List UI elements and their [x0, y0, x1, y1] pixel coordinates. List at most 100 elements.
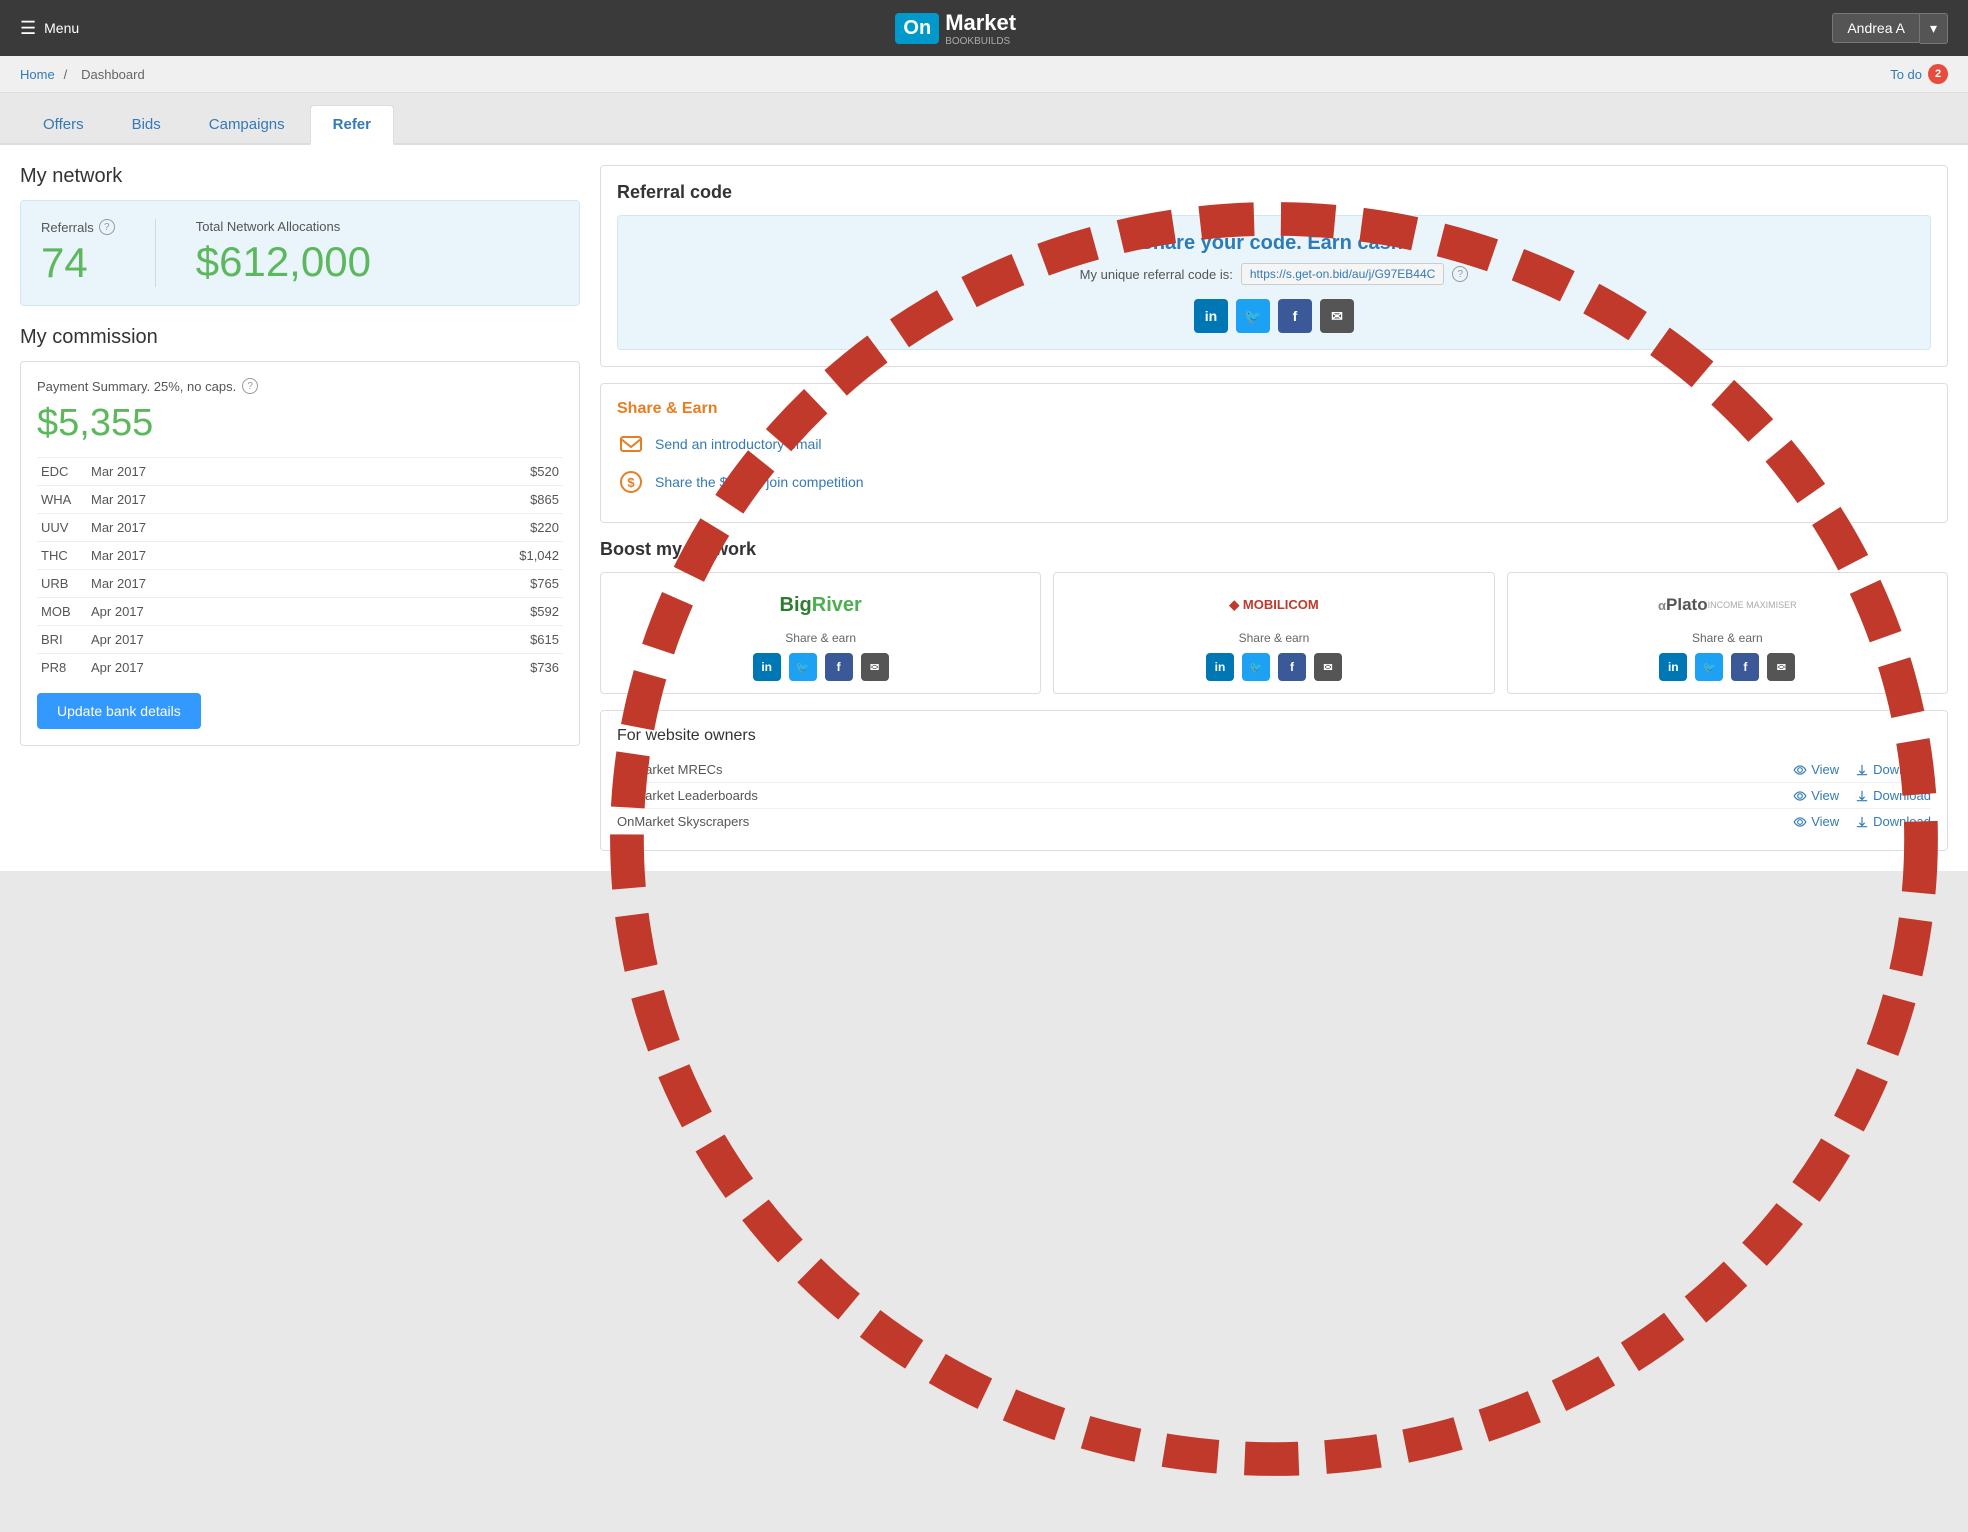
- tab-bids[interactable]: Bids: [109, 105, 184, 143]
- allocations-stat: Total Network Allocations $612,000: [196, 219, 371, 287]
- mobilicom-linkedin[interactable]: in: [1206, 653, 1234, 681]
- referral-code-section: Referral code Share your code. Earn cash…: [600, 165, 1948, 367]
- bigriver-facebook[interactable]: f: [825, 653, 853, 681]
- email-envelope-icon: [617, 430, 645, 458]
- row-period: Mar 2017: [87, 514, 358, 542]
- view-link[interactable]: View: [1793, 762, 1839, 777]
- breadcrumb: Home / Dashboard: [20, 66, 150, 82]
- commission-table: EDCMar 2017$520WHAMar 2017$865UUVMar 201…: [37, 457, 563, 677]
- table-row: WHAMar 2017$865: [37, 486, 563, 514]
- row-amount: $865: [358, 486, 563, 514]
- download-link[interactable]: Download: [1855, 762, 1931, 777]
- menu-label: Menu: [44, 20, 79, 36]
- row-amount: $592: [358, 598, 563, 626]
- boost-card-plato: α Plato INCOME MAXIMISER Share & earn in…: [1507, 572, 1948, 694]
- row-period: Mar 2017: [87, 542, 358, 570]
- referral-code-help-icon[interactable]: ?: [1452, 266, 1468, 282]
- logo-market: Market: [945, 10, 1016, 36]
- left-column: My network Referrals ? 74 Total Network …: [20, 165, 580, 851]
- view-link[interactable]: View: [1793, 788, 1839, 803]
- row-code: URB: [37, 570, 87, 598]
- plato-email[interactable]: ✉: [1767, 653, 1795, 681]
- competition-link[interactable]: Share the $2,000 join competition: [655, 474, 864, 490]
- referral-code-chip[interactable]: https://s.get-on.bid/au/j/G97EB44C: [1241, 263, 1444, 285]
- website-row: OnMarket Skyscrapers View Download: [617, 808, 1931, 834]
- download-link[interactable]: Download: [1855, 814, 1931, 829]
- row-amount: $736: [358, 654, 563, 678]
- tab-campaigns[interactable]: Campaigns: [186, 105, 308, 143]
- website-row: OnMarket MRECs View Download: [617, 757, 1931, 782]
- row-period: Apr 2017: [87, 654, 358, 678]
- email-share-icon[interactable]: ✉: [1320, 299, 1354, 333]
- row-amount: $220: [358, 514, 563, 542]
- mobilicom-logo: ◆ MOBILICOM: [1066, 585, 1481, 625]
- mobilicom-facebook[interactable]: f: [1278, 653, 1306, 681]
- view-link[interactable]: View: [1793, 814, 1839, 829]
- commission-box: Payment Summary. 25%, no caps. ? $5,355 …: [20, 361, 580, 746]
- website-row-name: OnMarket MRECs: [617, 762, 722, 777]
- plato-facebook[interactable]: f: [1731, 653, 1759, 681]
- bigriver-email[interactable]: ✉: [861, 653, 889, 681]
- referrals-label: Referrals ?: [41, 219, 115, 235]
- row-code: EDC: [37, 458, 87, 486]
- website-row-name: OnMarket Leaderboards: [617, 788, 758, 803]
- todo-badge[interactable]: To do 2: [1890, 64, 1948, 84]
- network-stats: Referrals ? 74 Total Network Allocations…: [20, 200, 580, 306]
- breadcrumb-home[interactable]: Home: [20, 67, 55, 82]
- breadcrumb-bar: Home / Dashboard To do 2: [0, 56, 1968, 93]
- hamburger-icon: ☰: [20, 18, 36, 39]
- linkedin-icon[interactable]: in: [1194, 299, 1228, 333]
- plato-twitter[interactable]: 🐦: [1695, 653, 1723, 681]
- row-code: MOB: [37, 598, 87, 626]
- row-period: Mar 2017: [87, 486, 358, 514]
- tab-refer[interactable]: Refer: [310, 105, 394, 145]
- my-network-title: My network: [20, 165, 580, 188]
- commission-help-icon[interactable]: ?: [242, 378, 258, 394]
- share-earn-email[interactable]: Send an introductory email: [617, 430, 1931, 458]
- boost-card-mobilicom: ◆ MOBILICOM Share & earn in 🐦 f ✉: [1053, 572, 1494, 694]
- table-row: UUVMar 2017$220: [37, 514, 563, 542]
- main-content: Offers Bids Campaigns Refer My network R…: [0, 93, 1968, 871]
- twitter-icon[interactable]: 🐦: [1236, 299, 1270, 333]
- mobilicom-email[interactable]: ✉: [1314, 653, 1342, 681]
- row-period: Mar 2017: [87, 570, 358, 598]
- row-period: Apr 2017: [87, 598, 358, 626]
- website-owners-section: For website owners OnMarket MRECs View D…: [600, 710, 1948, 851]
- facebook-icon[interactable]: f: [1278, 299, 1312, 333]
- row-period: Mar 2017: [87, 458, 358, 486]
- commission-table-container[interactable]: EDCMar 2017$520WHAMar 2017$865UUVMar 201…: [37, 457, 563, 677]
- website-row-name: OnMarket Skyscrapers: [617, 814, 749, 829]
- update-bank-button[interactable]: Update bank details: [37, 693, 201, 729]
- share-earn-competition[interactable]: $ Share the $2,000 join competition: [617, 468, 1931, 496]
- header: ☰ Menu On Market BOOKBUILDS Andrea A ▾: [0, 0, 1968, 56]
- right-column: Referral code Share your code. Earn cash…: [600, 165, 1948, 851]
- content-area: My network Referrals ? 74 Total Network …: [0, 145, 1968, 871]
- plato-social: in 🐦 f ✉: [1520, 653, 1935, 681]
- menu-button[interactable]: ☰ Menu: [20, 18, 79, 39]
- user-name-button[interactable]: Andrea A: [1832, 13, 1920, 43]
- bigriver-logo: BigRiver: [613, 585, 1028, 625]
- commission-header: Payment Summary. 25%, no caps. ?: [37, 378, 563, 394]
- download-link[interactable]: Download: [1855, 788, 1931, 803]
- plato-label: Share & earn: [1520, 631, 1935, 645]
- row-code: PR8: [37, 654, 87, 678]
- mobilicom-twitter[interactable]: 🐦: [1242, 653, 1270, 681]
- referral-code-wrapper: Referral code Share your code. Earn cash…: [600, 165, 1948, 367]
- logo-right: Market BOOKBUILDS: [945, 10, 1016, 47]
- logo-on: On: [895, 13, 939, 44]
- bigriver-social: in 🐦 f ✉: [613, 653, 1028, 681]
- row-amount: $1,042: [358, 542, 563, 570]
- plato-linkedin[interactable]: in: [1659, 653, 1687, 681]
- bigriver-linkedin[interactable]: in: [753, 653, 781, 681]
- tab-offers[interactable]: Offers: [20, 105, 107, 143]
- row-amount: $520: [358, 458, 563, 486]
- referrals-help-icon[interactable]: ?: [99, 219, 115, 235]
- send-email-link[interactable]: Send an introductory email: [655, 436, 822, 452]
- website-rows: OnMarket MRECs View Download OnMarket Le…: [617, 757, 1931, 834]
- breadcrumb-current: Dashboard: [81, 67, 145, 82]
- table-row: MOBApr 2017$592: [37, 598, 563, 626]
- table-row: EDCMar 2017$520: [37, 458, 563, 486]
- tabs: Offers Bids Campaigns Refer: [0, 93, 1968, 145]
- user-dropdown-button[interactable]: ▾: [1920, 13, 1948, 44]
- bigriver-twitter[interactable]: 🐦: [789, 653, 817, 681]
